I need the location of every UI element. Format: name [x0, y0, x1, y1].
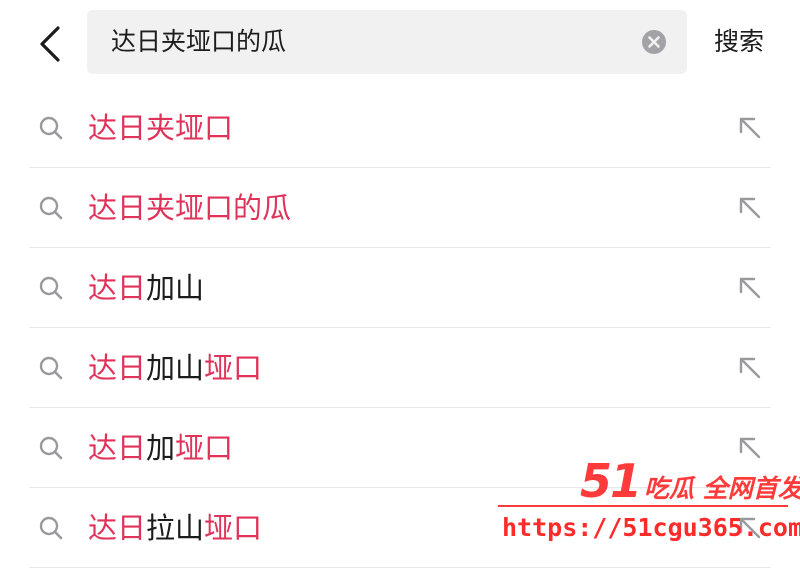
suggestion-label: 达日加山垭口	[88, 328, 262, 408]
suggestion-label: 达日加山	[88, 248, 204, 328]
matched-text: 达日夹垭口	[88, 111, 234, 145]
search-icon	[39, 116, 63, 140]
fill-query-arrow-icon[interactable]	[736, 354, 764, 382]
suggestion-item[interactable]: 达日夹垭口	[0, 88, 800, 168]
watermark: 51 吃瓜 全网首发 https://51cgu365.com	[490, 450, 800, 563]
search-header: 达日夹垭口的瓜 搜索	[0, 0, 800, 90]
fill-query-arrow-icon[interactable]	[736, 114, 764, 142]
search-button[interactable]: 搜索	[714, 10, 764, 74]
suggestion-item[interactable]: 达日夹垭口的瓜	[0, 168, 800, 248]
search-icon	[39, 516, 63, 540]
watermark-url: https://51cgu365.com	[502, 513, 800, 542]
unmatched-text: 加	[146, 431, 176, 465]
matched-text: 垭口	[204, 351, 263, 385]
search-query[interactable]: 达日夹垭口的瓜	[111, 10, 286, 74]
matched-text: 达日	[88, 271, 147, 305]
search-icon	[39, 436, 63, 460]
matched-text: 达日	[88, 511, 147, 545]
suggestion-label: 达日加垭口	[88, 408, 233, 488]
clear-icon	[642, 30, 666, 54]
fill-query-arrow-icon[interactable]	[736, 194, 764, 222]
watermark-divider	[498, 505, 788, 507]
matched-text: 垭口	[175, 431, 234, 465]
suggestion-label: 达日夹垭口的瓜	[88, 168, 291, 248]
unmatched-text: 拉山	[146, 511, 205, 545]
matched-text: 达日	[88, 431, 147, 465]
suggestion-item[interactable]: 达日加山垭口	[0, 328, 800, 408]
suggestion-label: 达日夹垭口	[88, 88, 233, 168]
unmatched-text: 加山	[146, 271, 205, 305]
search-icon	[39, 276, 63, 300]
suggestion-item[interactable]: 达日加山	[0, 248, 800, 328]
search-icon	[39, 196, 63, 220]
clear-button[interactable]	[641, 29, 667, 55]
search-input[interactable]: 达日夹垭口的瓜	[87, 10, 687, 74]
suggestion-label: 达日拉山垭口	[88, 488, 262, 568]
chevron-left-icon	[40, 26, 60, 62]
unmatched-text: 加山	[146, 351, 205, 385]
fill-query-arrow-icon[interactable]	[736, 274, 764, 302]
matched-text: 达日夹垭口的瓜	[88, 191, 292, 225]
matched-text: 垭口	[204, 511, 263, 545]
watermark-logo: 51 吃瓜 全网首发	[580, 454, 800, 508]
search-icon	[39, 356, 63, 380]
back-button[interactable]	[28, 22, 72, 66]
matched-text: 达日	[88, 351, 147, 385]
